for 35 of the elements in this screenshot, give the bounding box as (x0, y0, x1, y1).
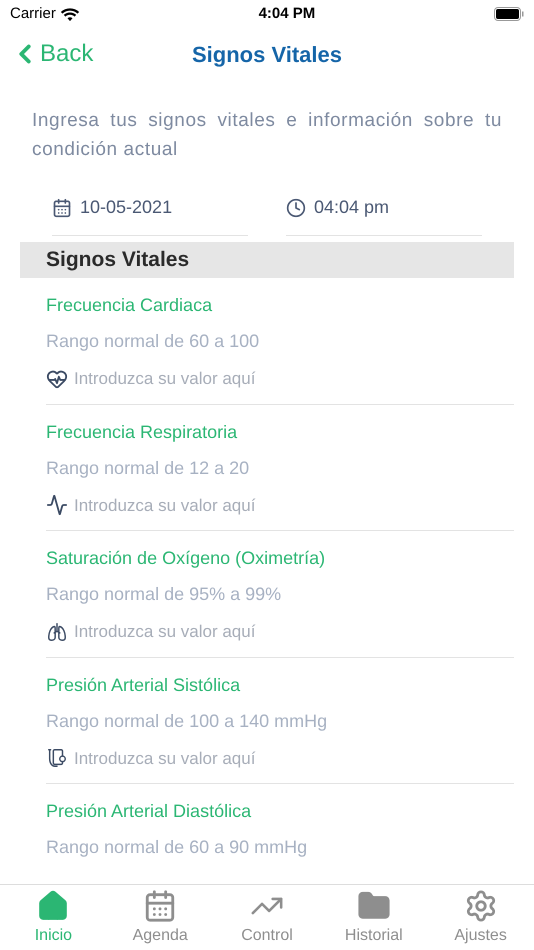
tab-bar-item[interactable]: Control (214, 885, 320, 950)
time-field[interactable]: 04:04 pm (286, 194, 482, 236)
back-button[interactable]: Back (10, 36, 94, 72)
heart-pulse-icon (46, 368, 68, 390)
carrier-label: Carrier (10, 4, 56, 24)
normal-range-text: Rango normal de 100 a 140 mmHg (46, 710, 328, 732)
clock-icon (286, 198, 306, 218)
vital-label: Presión Arterial Sistólica (46, 674, 242, 696)
normal-range-text: Rango normal de 12 a 20 (46, 456, 250, 478)
tab-bar-item[interactable]: Inicio (0, 885, 107, 950)
date-field[interactable]: 10-05-2021 (52, 194, 248, 236)
normal-range-text: Rango normal de 95% a 99% (46, 583, 282, 605)
wifi-icon (60, 6, 80, 22)
tab-bar-item[interactable]: Ajustes (427, 885, 534, 950)
tab-bar-item[interactable]: Historial (320, 885, 428, 950)
vital-label: Saturación de Oxígeno (Oximetría) (46, 547, 326, 569)
lungs-icon (46, 620, 68, 643)
status-time: 4:04 PM (258, 4, 316, 24)
value-input[interactable]: Introduzca su valor aquí (74, 492, 514, 518)
vital-label: Frecuencia Cardiaca (46, 294, 214, 316)
vital-label: Presión Arterial Diastólica (46, 800, 252, 822)
value-input[interactable]: Introduzca su valor aquí (74, 366, 514, 392)
normal-range-text: Rango normal de 60 a 100 (46, 330, 260, 352)
section-header: Signos Vitales (20, 242, 514, 278)
pulse-icon (46, 494, 68, 516)
value-input[interactable]: Introduzca su valor aquí (74, 746, 514, 771)
battery-icon (494, 7, 524, 21)
normal-range-text: Rango normal de 60 a 90 mmHg (46, 836, 308, 858)
tab-bar-item[interactable]: Agenda (106, 885, 214, 950)
screen-title: Signos Vitales (192, 40, 342, 69)
calendar-icon (52, 198, 72, 218)
description-text: Ingresa tus signos vitales e información sobre tu condición actual (32, 109, 502, 162)
blood-pressure-monitor-icon (46, 747, 68, 770)
vital-label: Frecuencia Respiratoria (46, 420, 238, 442)
value-input[interactable]: Introduzca su valor aquí (74, 619, 514, 644)
